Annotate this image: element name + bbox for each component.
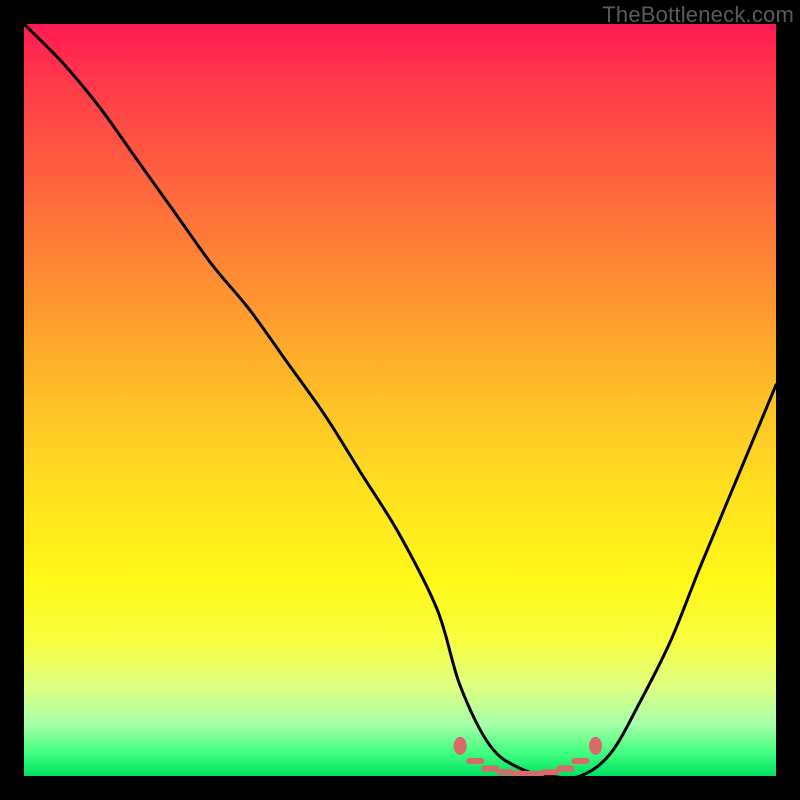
plot-area — [24, 24, 776, 776]
bottleneck-curve — [24, 24, 776, 776]
chart-svg — [24, 24, 776, 776]
chart-container: TheBottleneck.com — [0, 0, 800, 800]
optimal-band-markers — [454, 737, 602, 774]
